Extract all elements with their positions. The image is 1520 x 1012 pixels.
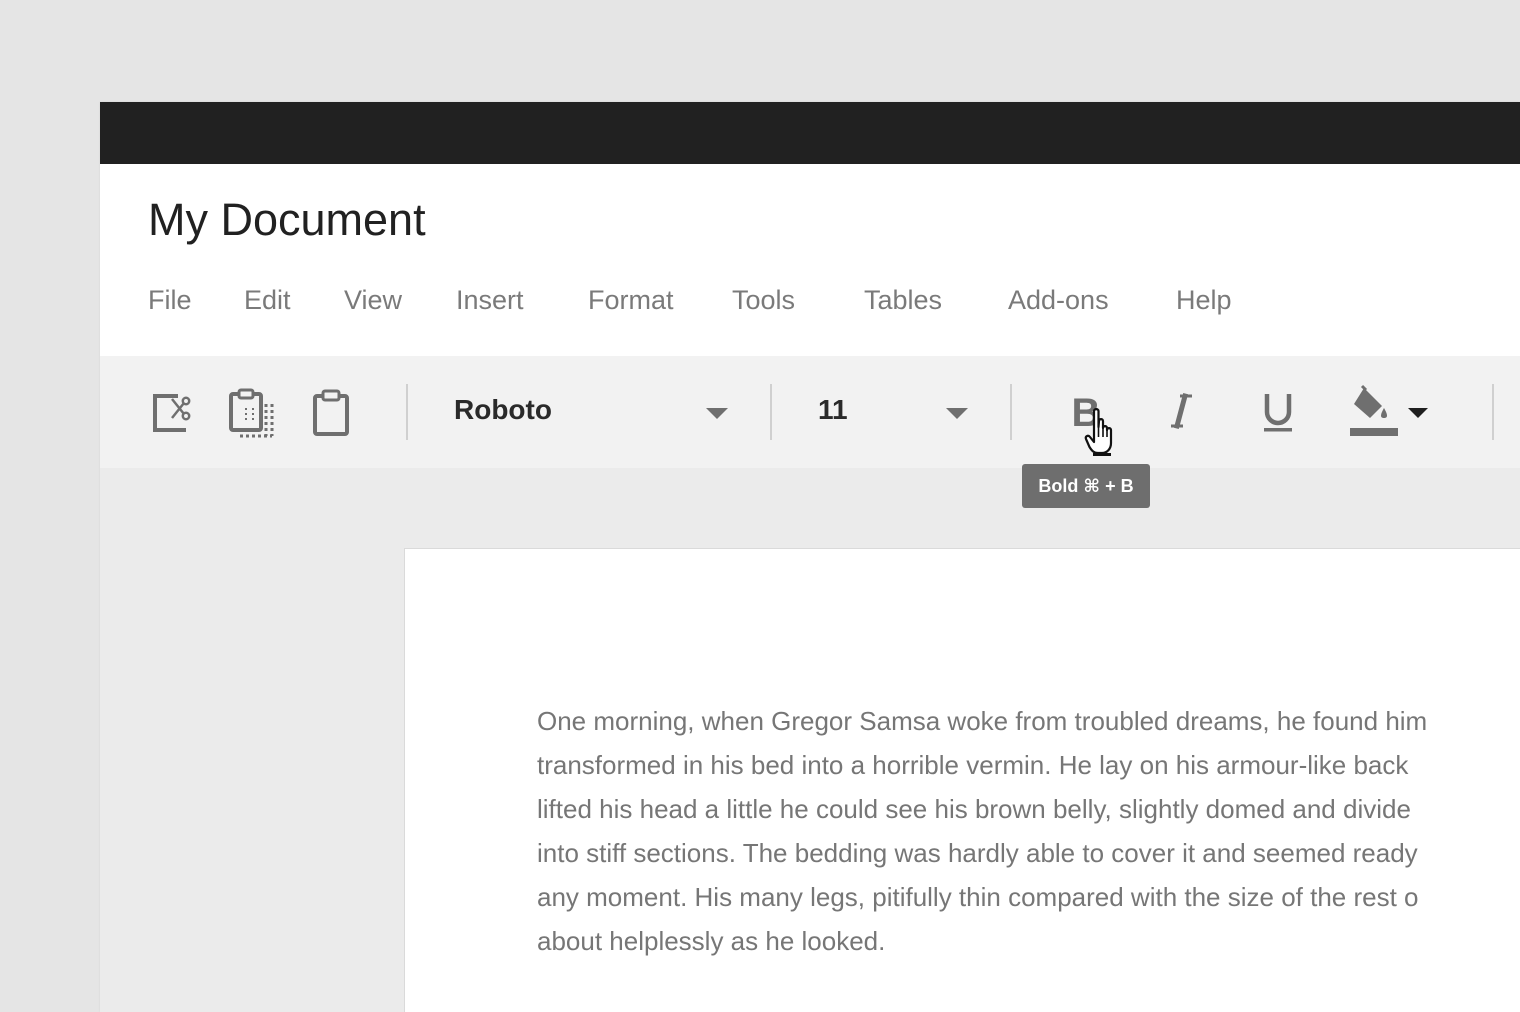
menu-format[interactable]: Format [588,285,674,316]
document-title[interactable]: My Document [148,194,426,246]
menu-tables[interactable]: Tables [864,285,942,316]
paragraph-line: about helplessly as he looked. [537,926,886,956]
chevron-down-icon [706,408,728,419]
formatting-toolbar: Roboto 11 B [100,356,1520,468]
paragraph-line: any moment. His many legs, pitifully thi… [537,882,1419,912]
menu-file[interactable]: File [148,285,192,316]
toolbar-divider [406,384,408,440]
font-size-select[interactable]: 11 [818,386,970,438]
menu-tools[interactable]: Tools [732,285,795,316]
fill-color-icon[interactable] [1348,384,1438,440]
paragraph-line: into stiff sections. The bedding was har… [537,838,1418,868]
toolbar-divider [770,384,772,440]
chevron-down-icon [946,408,968,419]
paragraph-line: transformed in his bed into a horrible v… [537,750,1409,780]
toolbar-divider [1010,384,1012,440]
italic-icon[interactable] [1158,384,1206,440]
window-titlebar [100,102,1520,164]
menu-edit[interactable]: Edit [244,285,291,316]
underline-icon[interactable] [1254,384,1302,440]
document-page[interactable]: One morning, when Gregor Samsa woke from… [404,548,1520,1012]
menu-view[interactable]: View [344,285,402,316]
font-family-select[interactable]: Roboto [454,386,730,438]
app-window: My Document File Edit View Insert Format… [100,102,1520,1012]
font-family-value: Roboto [454,394,552,425]
document-header: My Document File Edit View Insert Format… [100,164,1520,356]
paragraph-line: One morning, when Gregor Samsa woke from… [537,706,1428,736]
copy-icon[interactable] [226,388,276,438]
toolbar-divider [1492,384,1494,440]
menu-insert[interactable]: Insert [456,285,524,316]
menu-add-ons[interactable]: Add-ons [1008,285,1109,316]
bold-tooltip: Bold ⌘ + B [1022,464,1150,508]
paragraph-line: lifted his head a little he could see hi… [537,794,1411,824]
font-size-value: 11 [818,394,848,425]
hand-pointer-icon [1084,407,1118,457]
paste-icon[interactable] [306,388,356,438]
body-paragraph[interactable]: One morning, when Gregor Samsa woke from… [537,699,1520,963]
menu-help[interactable]: Help [1176,285,1232,316]
cut-icon[interactable] [148,388,198,438]
